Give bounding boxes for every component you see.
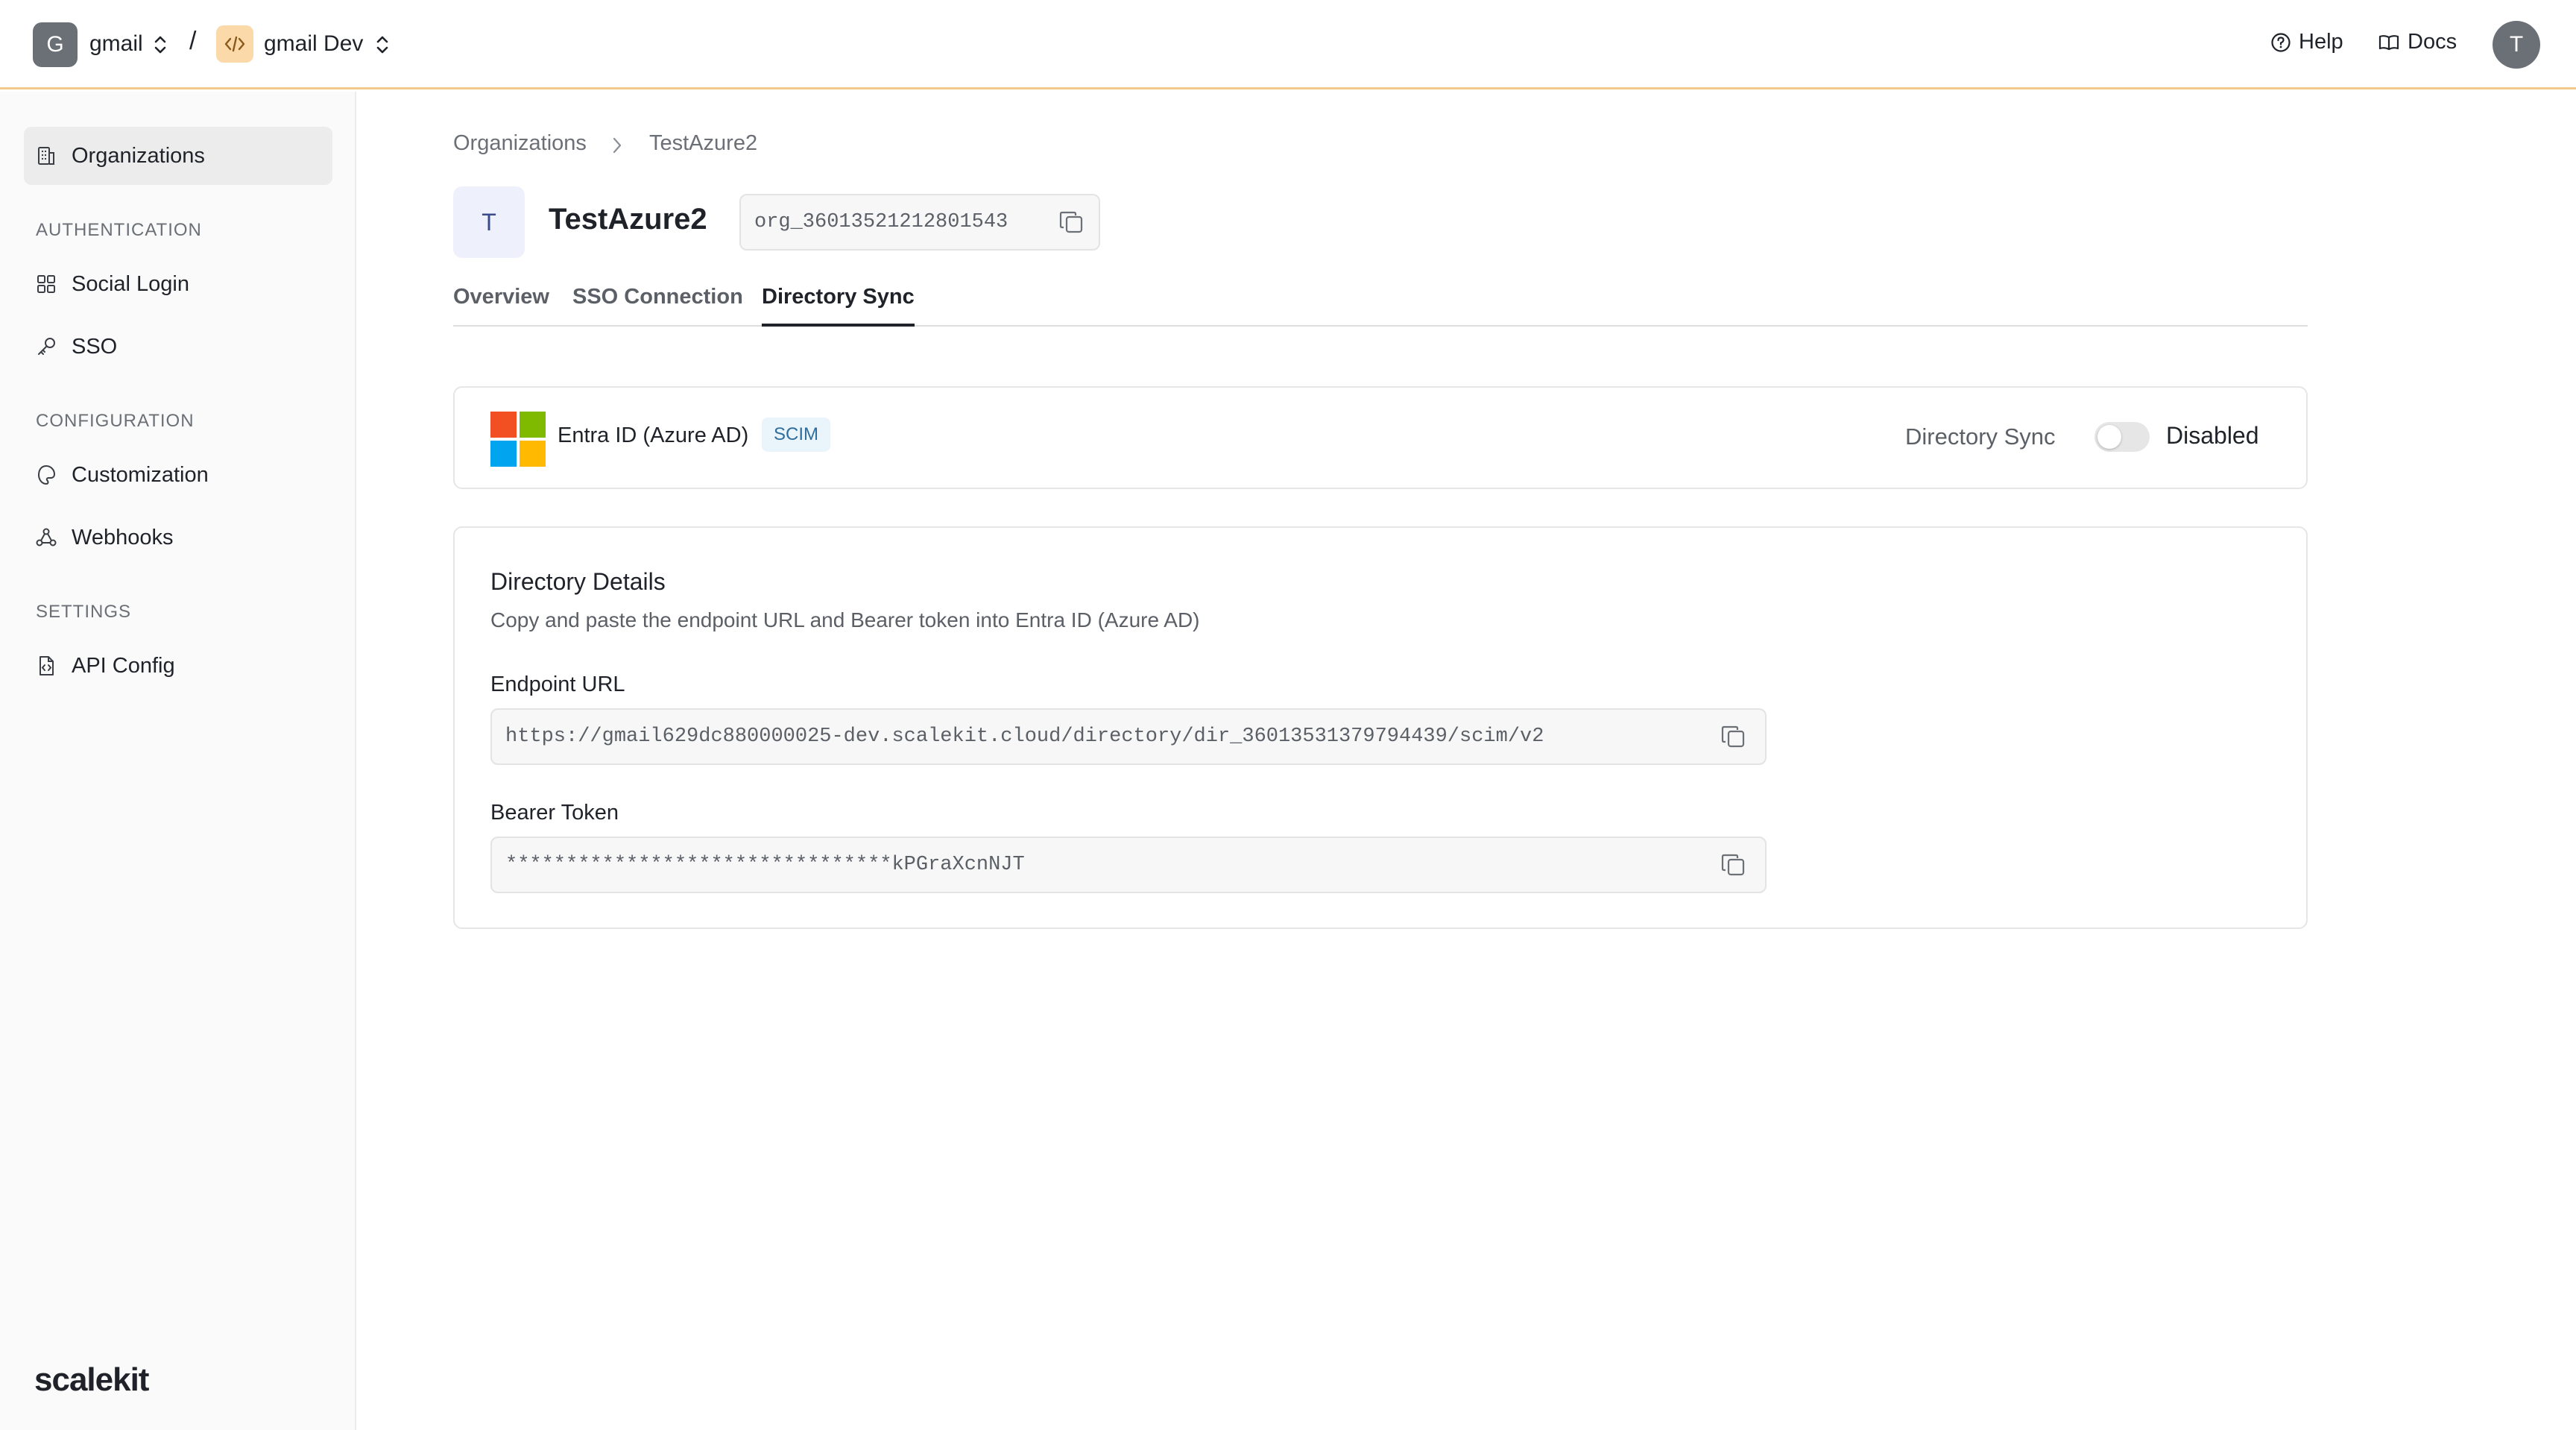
tab-sso-connection[interactable]: SSO Connection: [572, 280, 743, 327]
page-title: TestAzure2: [549, 203, 707, 236]
environment-switcher[interactable]: gmail Dev: [264, 31, 363, 57]
sidebar-item-api-config[interactable]: API Config: [24, 637, 332, 695]
docs-label: Docs: [2408, 30, 2457, 54]
sidebar-item-label: API Config: [72, 653, 175, 678]
sidebar-item-social-login[interactable]: Social Login: [24, 255, 332, 313]
directory-sync-label: Directory Sync: [1905, 423, 2056, 450]
toggle-knob: [2097, 425, 2121, 449]
directory-sync-status: Disabled: [2166, 422, 2259, 449]
sidebar-item-webhooks[interactable]: Webhooks: [24, 508, 332, 567]
chevron-up-down-icon[interactable]: [152, 34, 168, 56]
endpoint-url-field[interactable]: https://gmail629dc880000025-dev.scalekit…: [490, 708, 1767, 765]
code-icon[interactable]: [216, 25, 253, 63]
user-avatar[interactable]: T: [2493, 21, 2540, 69]
section-settings: SETTINGS: [36, 602, 132, 622]
bearer-token-field[interactable]: ********************************kPGraXcn…: [490, 837, 1767, 893]
breadcrumb-organizations[interactable]: Organizations: [453, 131, 587, 156]
copy-endpoint-button[interactable]: [1717, 720, 1750, 753]
book-icon: [2378, 34, 2399, 50]
section-subtitle: Copy and paste the endpoint URL and Bear…: [490, 608, 1200, 631]
sidebar: Organizations AUTHENTICATION Social Logi…: [0, 92, 356, 1430]
breadcrumb-separator: /: [189, 27, 197, 55]
directory-sync-toggle[interactable]: [2094, 422, 2150, 452]
bearer-token-label: Bearer Token: [490, 801, 619, 825]
scim-badge: SCIM: [762, 418, 830, 452]
file-code-icon: [40, 656, 54, 675]
section-authentication: AUTHENTICATION: [36, 220, 202, 240]
directory-details-card: Directory Details Copy and paste the end…: [453, 526, 2308, 929]
chevron-right-icon: [613, 137, 622, 154]
endpoint-url-value: https://gmail629dc880000025-dev.scalekit…: [505, 725, 1544, 748]
copy-org-id-button[interactable]: [1055, 206, 1088, 239]
help-label: Help: [2299, 30, 2343, 54]
tab-bar: Overview SSO Connection Directory Sync: [453, 280, 2308, 327]
palette-icon: [37, 464, 56, 485]
sidebar-item-customization[interactable]: Customization: [24, 446, 332, 504]
grid-icon: [37, 275, 55, 293]
section-title: Directory Details: [490, 568, 666, 595]
building-icon: [38, 147, 54, 165]
microsoft-logo-icon: [490, 412, 546, 467]
key-icon: [38, 338, 55, 355]
docs-link[interactable]: Docs: [2378, 30, 2457, 54]
copy-icon: [1059, 211, 1083, 233]
workspace-switcher[interactable]: gmail: [89, 31, 143, 57]
provider-card: Entra ID (Azure AD) SCIM Directory Sync …: [453, 386, 2308, 489]
sidebar-item-label: Customization: [72, 462, 209, 487]
tab-overview[interactable]: Overview: [453, 280, 549, 327]
workspace-avatar[interactable]: G: [33, 22, 78, 67]
help-circle-icon: [2271, 32, 2291, 52]
help-link[interactable]: Help: [2270, 30, 2343, 54]
sidebar-item-label: SSO: [72, 334, 118, 359]
webhook-icon: [36, 528, 57, 547]
breadcrumb-current: TestAzure2: [649, 131, 758, 155]
copy-icon: [1721, 725, 1745, 748]
sidebar-item-sso[interactable]: SSO: [24, 318, 332, 376]
copy-token-button[interactable]: [1717, 848, 1750, 881]
endpoint-url-label: Endpoint URL: [490, 673, 625, 696]
sidebar-item-label: Social Login: [72, 271, 189, 296]
provider-name: Entra ID (Azure AD): [558, 423, 749, 447]
section-configuration: CONFIGURATION: [36, 411, 195, 431]
tab-directory-sync[interactable]: Directory Sync: [762, 280, 915, 327]
sidebar-item-label: Organizations: [72, 143, 205, 168]
sidebar-item-organizations[interactable]: Organizations: [24, 127, 332, 185]
org-id-field: org_36013521212801543: [739, 194, 1100, 251]
top-bar: G gmail / gmail Dev Help Docs T: [0, 0, 2576, 89]
org-id-value: org_36013521212801543: [754, 211, 1008, 233]
copy-icon: [1721, 854, 1745, 876]
org-avatar: T: [453, 186, 525, 258]
chevron-up-down-icon[interactable]: [374, 34, 391, 56]
bearer-token-value: ********************************kPGraXcn…: [505, 854, 1025, 876]
brand-logo: scalekit: [34, 1361, 149, 1398]
sidebar-item-label: Webhooks: [72, 525, 174, 549]
